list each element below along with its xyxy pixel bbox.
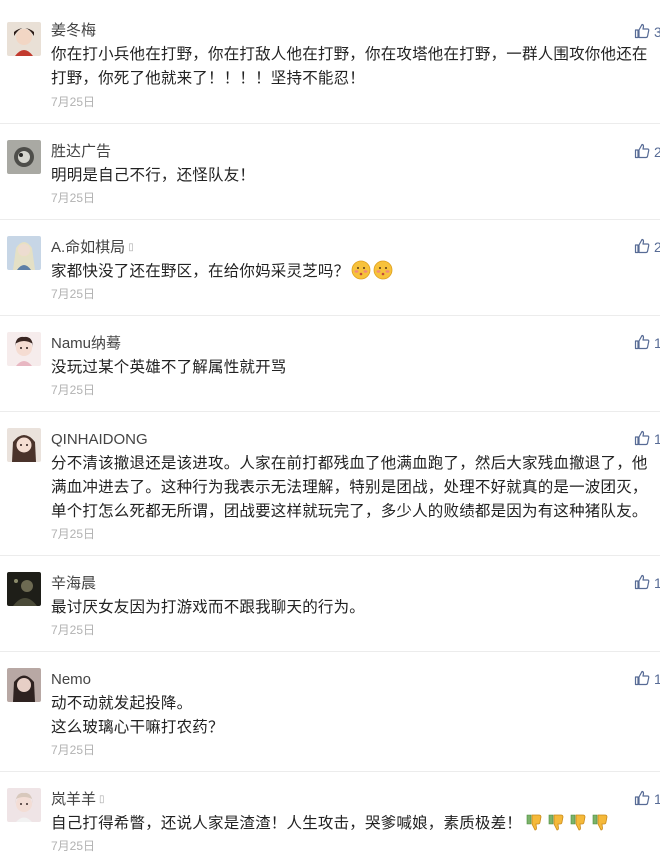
- divider: [0, 651, 660, 652]
- user-badge-icon: ▯: [128, 242, 134, 253]
- comment-username[interactable]: 胜达广告: [51, 143, 111, 161]
- thumbs-up-icon: [634, 790, 650, 806]
- comment-text: 最讨厌女友因为打游戏而不跟我聊天的行为。: [51, 596, 660, 620]
- thumbs-up-icon: [634, 23, 650, 39]
- avatar[interactable]: [7, 788, 41, 822]
- like-count: 1: [654, 335, 660, 351]
- thumbs-up-icon: [634, 670, 650, 686]
- comment-text-line: 满血冲进去了。这种行为我表示无法理解，特别是团战，处理不好就真的是一波团灭，: [51, 479, 648, 496]
- comment-text: 你在打小兵他在打野，你在打敌人他在打野，你在攻塔他在打野，一群人围攻你他还在 打…: [51, 43, 660, 91]
- comment-text-line: 分不清该撤退还是该进攻。人家在前打都残血了他满血跑了，然后大家残血撤退了，他: [51, 455, 648, 472]
- thumbs-up-icon: [634, 574, 650, 590]
- comment-date: 7月25日: [51, 95, 96, 109]
- like-button[interactable]: 1: [634, 574, 660, 592]
- comment-date: 7月25日: [51, 623, 96, 637]
- comment-text-line: 你在打小兵他在打野，你在打敌人他在打野，你在攻塔他在打野，一群人围攻你他还在: [51, 46, 648, 63]
- divider: [0, 771, 660, 772]
- blush-emoji-icon: [351, 260, 371, 280]
- comment-text-line: 没玩过某个英雄不了解属性就开骂: [51, 359, 287, 376]
- thumbs-up-icon: [634, 430, 650, 446]
- avatar[interactable]: [7, 140, 41, 174]
- like-button[interactable]: 1: [634, 670, 660, 688]
- divider: [0, 555, 660, 556]
- thumbs-down-emoji-icon: [592, 814, 608, 831]
- thumbs-up-icon: [634, 238, 650, 254]
- comment-text-line: 家都快没了还在野区，在给你妈采灵芝吗？: [51, 260, 660, 284]
- comment-text: 分不清该撤退还是该进攻。人家在前打都残血了他满血跑了，然后大家残血撤退了，他 满…: [51, 452, 660, 524]
- comment-text: 明明是自己不行，还怪队友！: [51, 164, 660, 188]
- comment-text: 动不动就发起投降。 这么玻璃心干嘛打农药？: [51, 692, 660, 740]
- comment-date: 7月25日: [51, 839, 96, 853]
- comment-text-line: 动不动就发起投降。: [51, 695, 193, 712]
- thumbs-up-icon: [634, 334, 650, 350]
- avatar[interactable]: [7, 668, 41, 702]
- comment-text-line: 自己打得希瞥，还说人家是渣渣！人生攻击，哭爹喊娘，素质极差！: [51, 812, 660, 836]
- like-count: 2: [654, 144, 660, 160]
- comment-date: 7月25日: [51, 527, 96, 541]
- thumbs-down-emoji-icon: [526, 814, 542, 831]
- comment-username[interactable]: QINHAIDONG: [51, 431, 148, 449]
- avatar[interactable]: [7, 22, 41, 56]
- like-count: 1: [654, 671, 660, 687]
- like-button[interactable]: 1: [634, 430, 660, 448]
- like-count: 1: [654, 791, 660, 807]
- username-text: 岚羊羊: [51, 791, 97, 808]
- avatar[interactable]: [7, 332, 41, 366]
- comment-text: 自己打得希瞥，还说人家是渣渣！人生攻击，哭爹喊娘，素质极差！: [51, 812, 660, 836]
- comment-username[interactable]: 姜冬梅: [51, 22, 96, 40]
- like-button[interactable]: 2: [634, 143, 660, 161]
- like-button[interactable]: 1: [634, 790, 660, 808]
- comment-username[interactable]: Nemo: [51, 671, 91, 689]
- like-count: 1: [654, 575, 660, 591]
- comment-username[interactable]: 岚羊羊 ▯: [51, 791, 105, 809]
- avatar[interactable]: [7, 572, 41, 606]
- comment-text-line: 最讨厌女友因为打游戏而不跟我聊天的行为。: [51, 599, 366, 616]
- like-button[interactable]: 2: [634, 238, 660, 256]
- divider: [0, 123, 660, 124]
- avatar[interactable]: [7, 236, 41, 270]
- comment-text-span: 自己打得希瞥，还说人家是渣渣！人生攻击，哭爹喊娘，素质极差！: [51, 815, 523, 832]
- comment-text-span: 家都快没了还在野区，在给你妈采灵芝吗？: [51, 263, 350, 280]
- avatar[interactable]: [7, 428, 41, 462]
- comment-username[interactable]: Namu纳蓦: [51, 335, 121, 353]
- blush-emoji-icon: [373, 260, 393, 280]
- thumbs-down-emoji-icon: [548, 814, 564, 831]
- like-button[interactable]: 1: [634, 334, 660, 352]
- comment-text-line: 明明是自己不行，还怪队友！: [51, 167, 256, 184]
- username-text: A.命如棋局: [51, 239, 126, 256]
- thumbs-down-emoji-icon: [570, 814, 586, 831]
- comment-text: 没玩过某个英雄不了解属性就开骂: [51, 356, 660, 380]
- user-badge-icon: ▯: [99, 794, 105, 805]
- comment-date: 7月25日: [51, 191, 96, 205]
- divider: [0, 315, 660, 316]
- comment-text: 家都快没了还在野区，在给你妈采灵芝吗？: [51, 260, 660, 284]
- comment-text-line: 单个打怎么死都无所谓，团战要这样就玩完了，多少人的败绩都是因为有这种猪队友。: [51, 503, 648, 520]
- comment-username[interactable]: 辛海晨: [51, 575, 96, 593]
- comment-date: 7月25日: [51, 743, 96, 757]
- comment-username[interactable]: A.命如棋局 ▯: [51, 239, 134, 257]
- like-button[interactable]: 3: [634, 23, 660, 41]
- divider: [0, 411, 660, 412]
- divider: [0, 219, 660, 220]
- comment-date: 7月25日: [51, 383, 96, 397]
- comment-text-line: 打野，你死了他就来了！！！！坚持不能忍！: [51, 70, 366, 87]
- like-count: 1: [654, 431, 660, 447]
- thumbs-up-icon: [634, 143, 650, 159]
- like-count: 2: [654, 239, 660, 255]
- comment-text-line: 这么玻璃心干嘛打农药？: [51, 719, 224, 736]
- like-count: 3: [654, 24, 660, 40]
- comment-date: 7月25日: [51, 287, 96, 301]
